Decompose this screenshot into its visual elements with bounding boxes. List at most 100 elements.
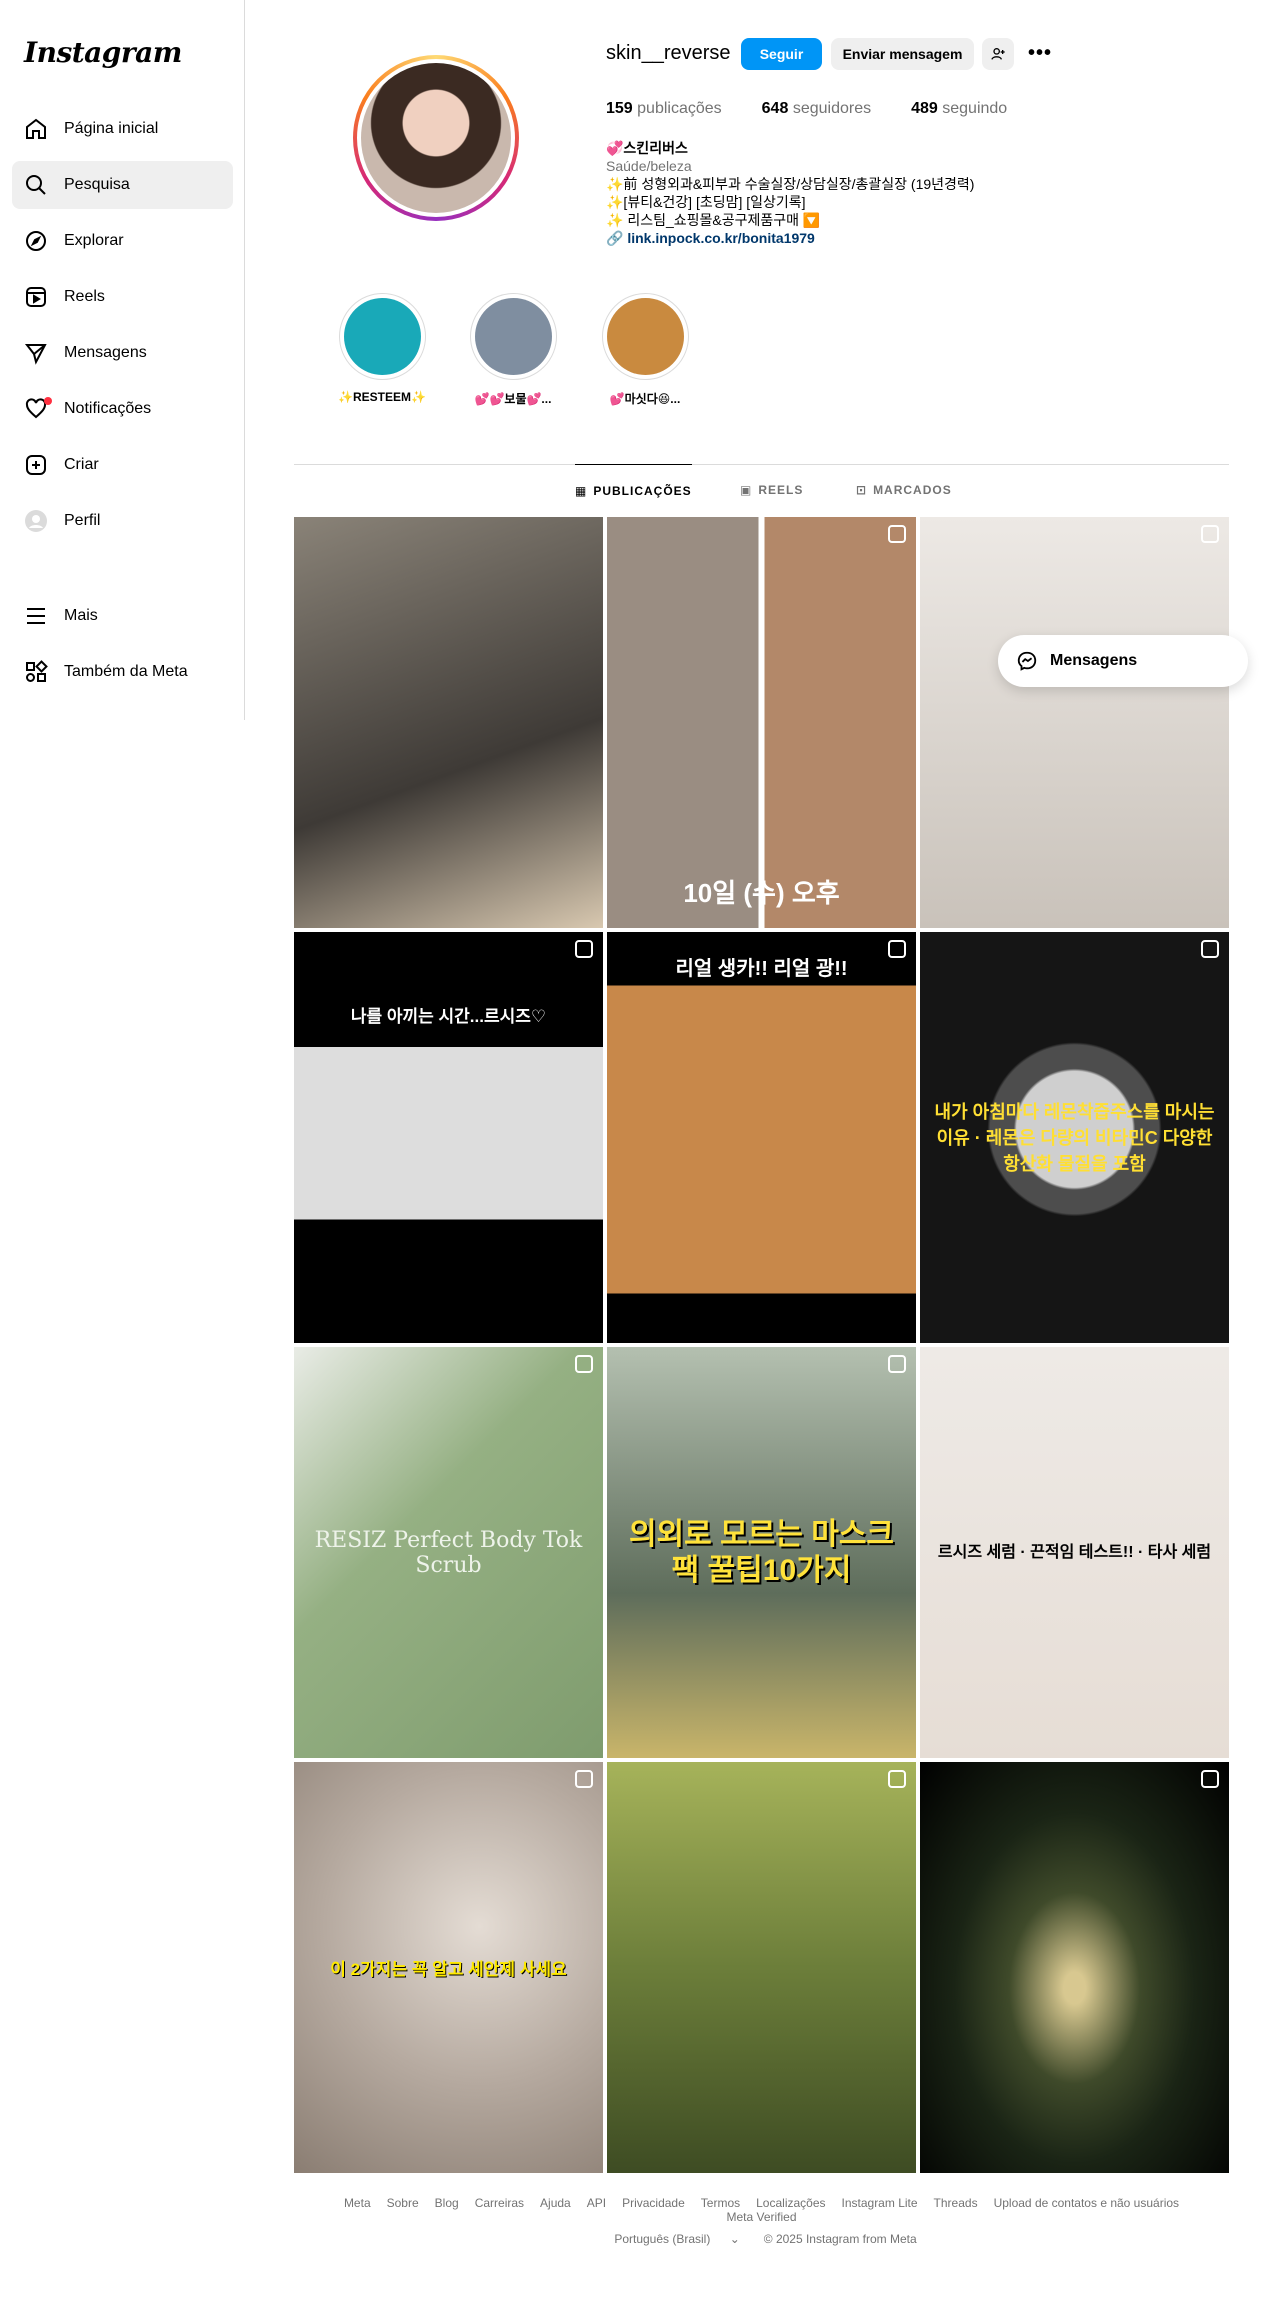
- profile-stats: 159 publicações 648 seguidores 489 segui…: [606, 100, 1047, 118]
- sidebar-item-label: Mais: [64, 607, 98, 624]
- profile-avatar[interactable]: [353, 55, 519, 221]
- sidebar-item-search[interactable]: Pesquisa: [12, 161, 233, 209]
- footer-link[interactable]: Sobre: [387, 2196, 419, 2210]
- footer-link[interactable]: Blog: [435, 2196, 459, 2210]
- footer-link[interactable]: Instagram Lite: [842, 2196, 918, 2210]
- reels-icon: ▣: [740, 483, 753, 497]
- tab-tagged[interactable]: ⊡ MARCADOS: [856, 464, 952, 516]
- highlight-label: ✨RESTEEM✨: [338, 390, 426, 404]
- highlight-cover: [474, 298, 552, 375]
- footer-link[interactable]: Termos: [701, 2196, 740, 2210]
- post-thumbnail[interactable]: 의외로 모르는 마스크팩 꿀팁10가지: [607, 1347, 916, 1758]
- story-highlight[interactable]: ✨RESTEEM✨: [334, 293, 430, 404]
- tagged-icon: ⊡: [856, 483, 868, 497]
- post-thumbnail[interactable]: 리얼 생카!! 리얼 광!!: [607, 932, 916, 1343]
- post-caption: 의외로 모르는 마스크팩 꿀팁10가지: [628, 1517, 895, 1587]
- sidebar-item-label: Criar: [64, 456, 99, 473]
- language-selector[interactable]: Português (Brasil) ⌄: [606, 2232, 747, 2246]
- bio-link[interactable]: link.inpock.co.kr/bonita1979: [627, 230, 815, 246]
- highlight-ring: [601, 293, 689, 380]
- footer-meta: Português (Brasil) ⌄ © 2025 Instagram fr…: [294, 2232, 1229, 2246]
- reel-icon: [1201, 1770, 1219, 1788]
- footer-link[interactable]: Localizações: [756, 2196, 825, 2210]
- reel-icon: [575, 1770, 593, 1788]
- follow-button[interactable]: Seguir: [741, 38, 822, 70]
- post-caption: 10일 (수) 오후: [683, 878, 840, 908]
- reel-icon: [1201, 940, 1219, 958]
- sidebar-bottom: Mais Também da Meta: [12, 592, 233, 704]
- followers-count: 648: [761, 100, 789, 117]
- posts-count: 159: [606, 100, 633, 117]
- tab-label: MARCADOS: [873, 483, 952, 497]
- post-thumbnail[interactable]: [920, 1762, 1229, 2173]
- send-message-button[interactable]: Enviar mensagem: [831, 38, 974, 70]
- posts-stat[interactable]: 159 publicações: [606, 100, 722, 118]
- footer-link[interactable]: Ajuda: [540, 2196, 571, 2210]
- more-options-icon[interactable]: •••: [1028, 42, 1052, 65]
- bio-category: Saúde/beleza: [606, 158, 692, 174]
- tab-posts[interactable]: ▦ PUBLICAÇÕES: [575, 464, 692, 516]
- floating-messages-button[interactable]: Mensagens: [998, 635, 1248, 687]
- post-thumbnail[interactable]: 르시즈 세럼 · 끈적임 테스트!! · 타사 세럼: [920, 1347, 1229, 1758]
- following-stat[interactable]: 489 seguindo: [911, 100, 1007, 118]
- post-thumbnail[interactable]: 나를 아끼는 시간...르시즈♡: [294, 932, 603, 1343]
- sidebar-item-more[interactable]: Mais: [12, 592, 233, 640]
- suggest-user-button[interactable]: [982, 38, 1014, 70]
- post-thumbnail[interactable]: 10일 (수) 오후: [607, 517, 916, 928]
- sidebar-item-reels[interactable]: Reels: [12, 273, 233, 321]
- sidebar-item-meta[interactable]: Também da Meta: [12, 648, 233, 696]
- followers-stat[interactable]: 648 seguidores: [762, 100, 871, 118]
- sidebar-item-label: Página inicial: [64, 120, 159, 137]
- sidebar-item-messages[interactable]: Mensagens: [12, 329, 233, 377]
- instagram-logo[interactable]: Instagram: [24, 36, 182, 69]
- post-thumbnail[interactable]: 내가 아침마다 레몬착즙주스를 마시는 이유 · 레몬은 다량의 비타민C 다양…: [920, 932, 1229, 1343]
- plus-icon: [24, 453, 48, 477]
- post-caption: 리얼 생카!! 리얼 광!!: [675, 958, 848, 980]
- profile-username: skin__reverse: [606, 42, 731, 64]
- avatar-border: [357, 59, 515, 217]
- avatar-image: [361, 63, 511, 213]
- sidebar-nav: Página inicial Pesquisa Explorar Reels M…: [12, 105, 233, 553]
- footer-link[interactable]: API: [587, 2196, 606, 2210]
- footer-link[interactable]: Meta Verified: [726, 2210, 796, 2224]
- footer-link[interactable]: Upload de contatos e não usuários: [994, 2196, 1179, 2210]
- sidebar-item-label: Também da Meta: [64, 663, 188, 680]
- sidebar-item-home[interactable]: Página inicial: [12, 105, 233, 153]
- footer-link[interactable]: Privacidade: [622, 2196, 685, 2210]
- reel-icon: [888, 525, 906, 543]
- sidebar-item-notifications[interactable]: Notificações: [12, 385, 233, 433]
- sidebar-item-explore[interactable]: Explorar: [12, 217, 233, 265]
- post-thumbnail[interactable]: RESIZ Perfect Body Tok Scrub: [294, 1347, 603, 1758]
- reel-icon: [888, 940, 906, 958]
- post-caption: 이 2가지는 꼭 알고 세안제 사세요: [330, 1960, 567, 1979]
- bio-name: 💞스킨리버스: [606, 140, 688, 156]
- post-caption: RESIZ Perfect Body Tok Scrub: [314, 1527, 583, 1578]
- tab-reels[interactable]: ▣ REELS: [740, 464, 803, 516]
- copyright: © 2025 Instagram from Meta: [763, 2232, 917, 2246]
- sidebar-item-profile[interactable]: Perfil: [12, 497, 233, 545]
- post-thumbnail[interactable]: 이 2가지는 꼭 알고 세안제 사세요: [294, 1762, 603, 2173]
- tab-label: PUBLICAÇÕES: [593, 483, 692, 498]
- bio-link-row[interactable]: 🔗 link.inpock.co.kr/bonita1979: [606, 229, 974, 247]
- footer-link[interactable]: Threads: [934, 2196, 978, 2210]
- tab-label: REELS: [758, 483, 804, 497]
- home-icon: [24, 117, 48, 141]
- sidebar-item-create[interactable]: Criar: [12, 441, 233, 489]
- story-highlight[interactable]: 💕마싯다😆...: [597, 293, 693, 407]
- story-highlight[interactable]: 💕💕보물💕...: [465, 293, 561, 407]
- highlight-cover: [606, 298, 684, 375]
- footer-link[interactable]: Carreiras: [475, 2196, 524, 2210]
- send-icon: [24, 341, 48, 365]
- post-thumbnail[interactable]: [920, 517, 1229, 928]
- highlight-ring: [469, 293, 557, 380]
- floating-messages-label: Mensagens: [1050, 652, 1138, 669]
- grid-icon: ▦: [575, 483, 588, 498]
- sidebar-item-label: Perfil: [64, 512, 101, 529]
- post-thumbnail[interactable]: [607, 1762, 916, 2173]
- reel-icon: [575, 940, 593, 958]
- highlight-cover: [343, 298, 421, 375]
- post-thumbnail[interactable]: [294, 517, 603, 928]
- posts-label: publicações: [637, 100, 722, 117]
- footer-link[interactable]: Meta: [344, 2196, 371, 2210]
- messenger-icon: [1017, 651, 1037, 671]
